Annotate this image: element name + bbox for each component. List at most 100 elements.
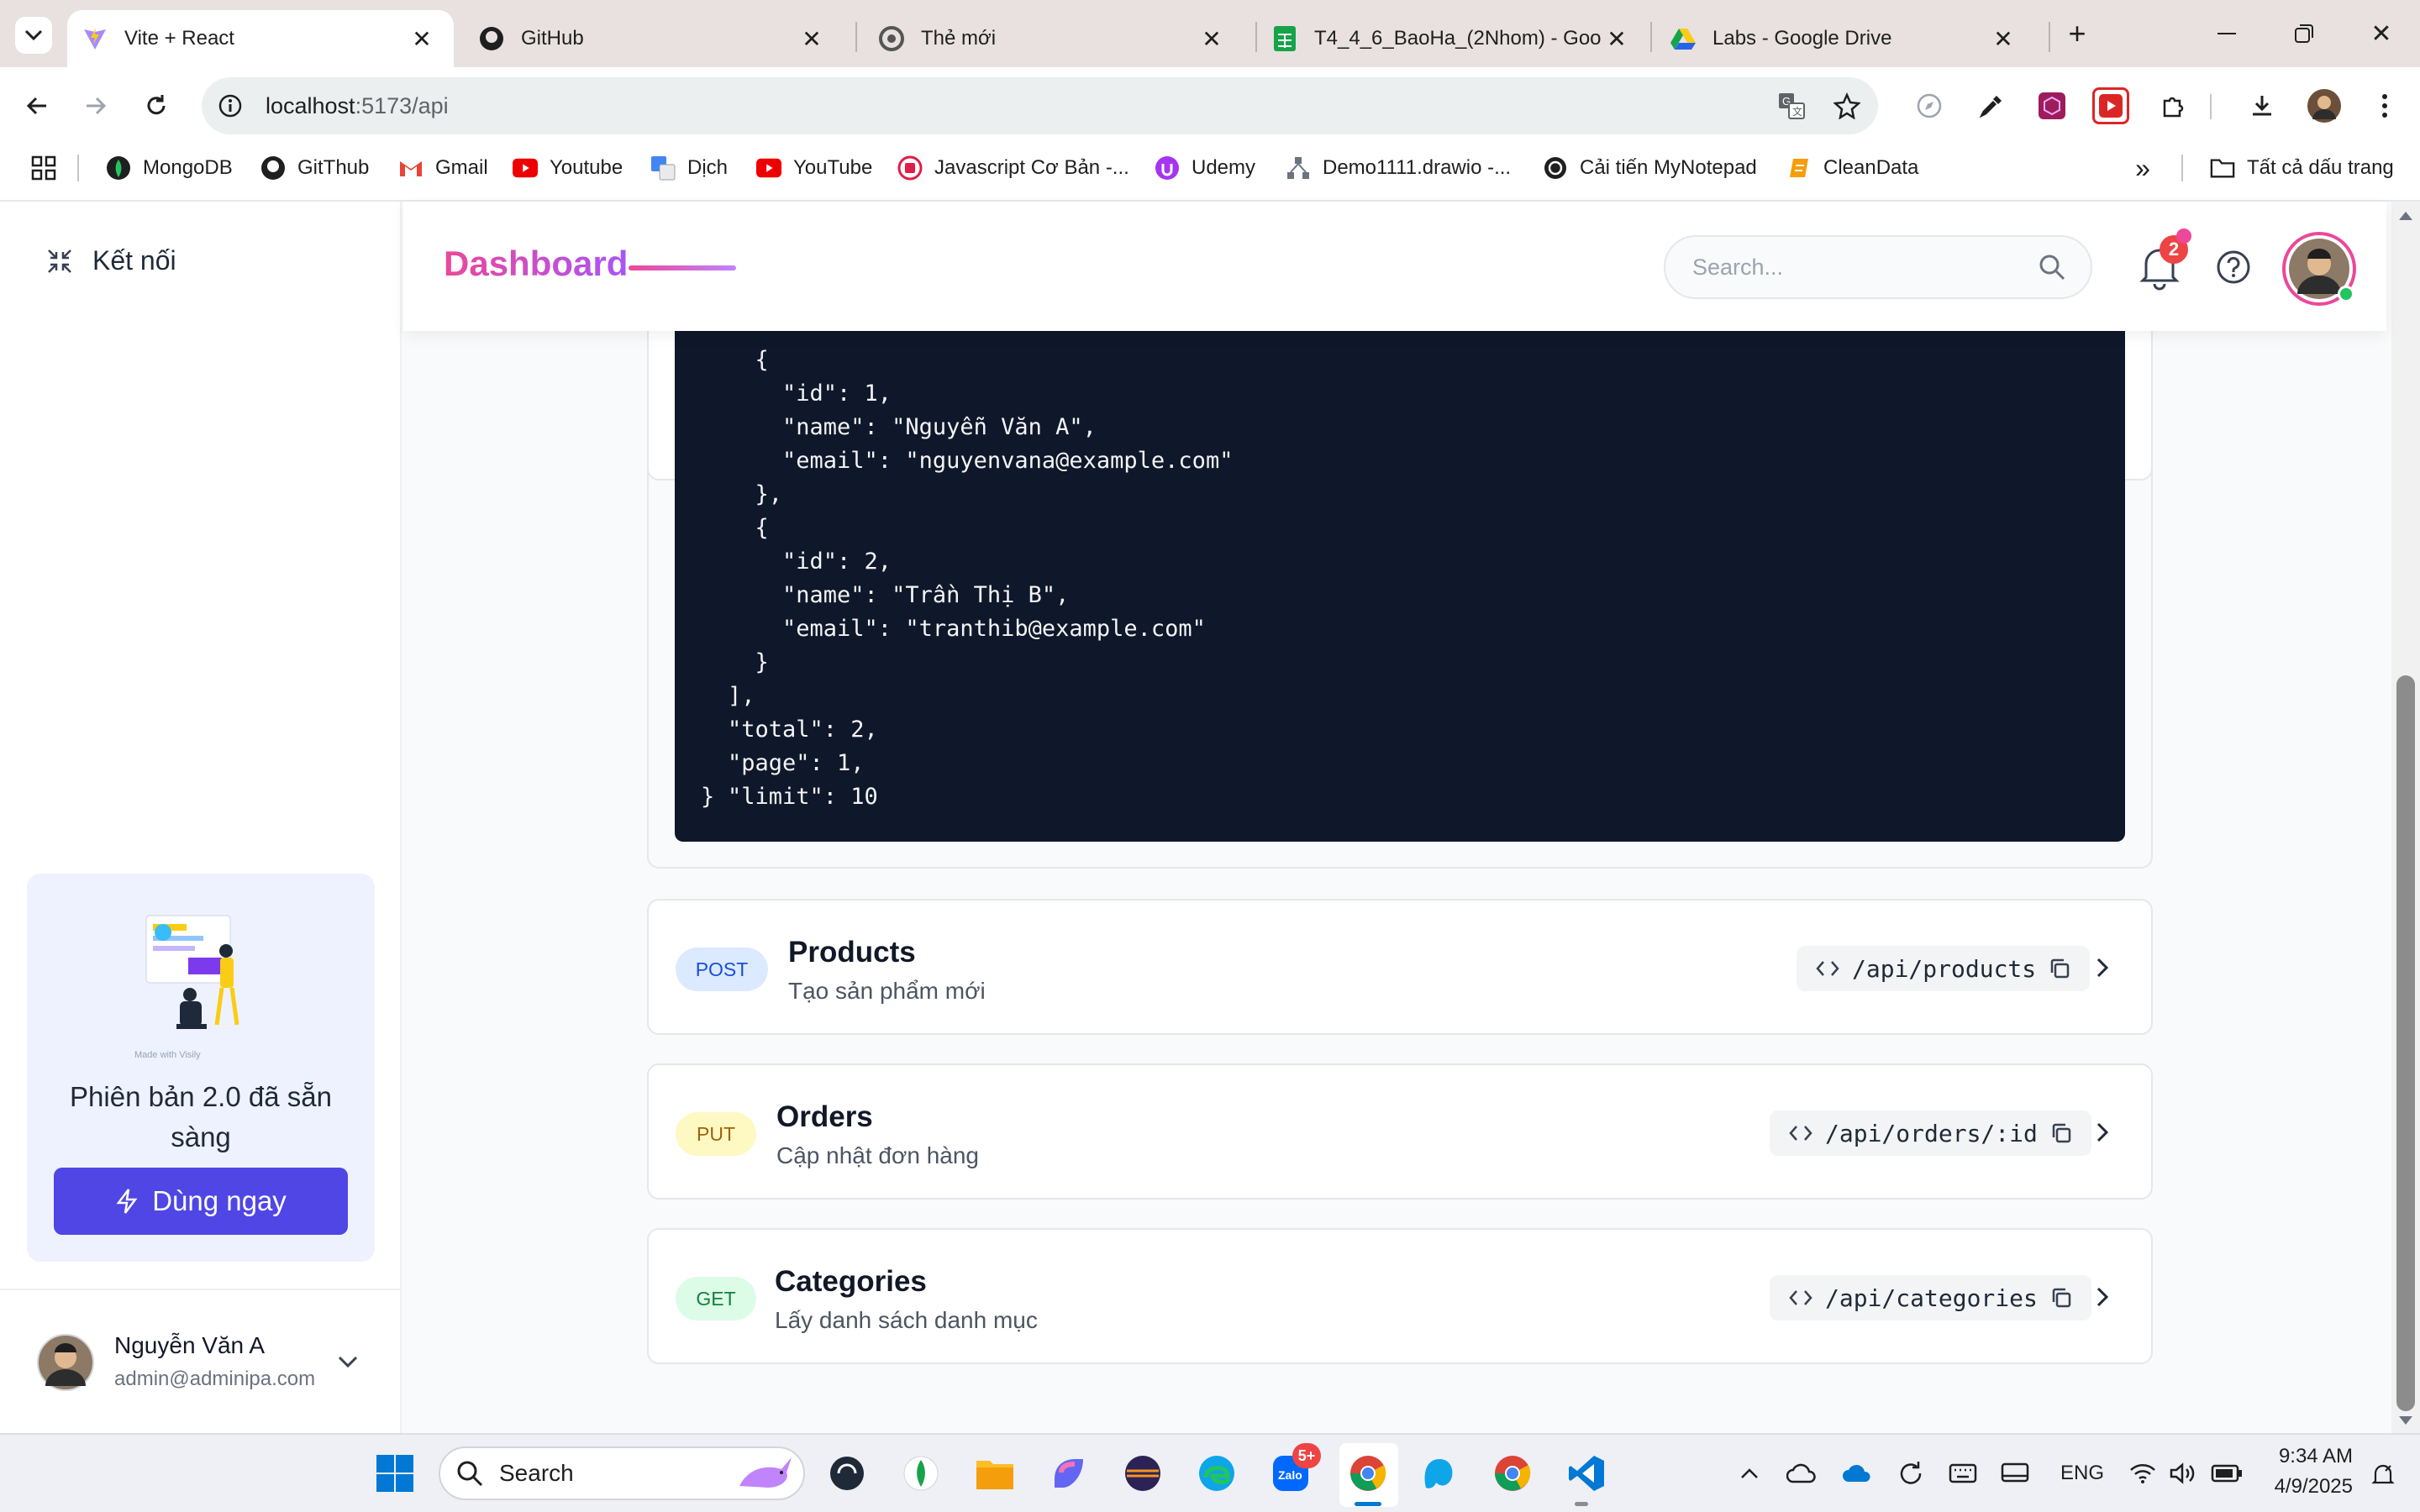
bookmark-label: MongoDB [143,156,233,179]
bookmark-cleandata[interactable]: CleanData [1786,144,1918,192]
endpoint-path-text: /api/products [1852,954,2037,983]
scroll-up-arrow-icon[interactable] [2397,210,2414,222]
bookmark-gmail[interactable]: Gmail [398,144,488,192]
battery-icon[interactable] [2208,1458,2245,1488]
compass-extension-icon[interactable] [1911,87,1948,124]
apps-grid-icon[interactable] [29,153,59,183]
eclipse-icon[interactable] [1119,1450,1166,1497]
notification-button[interactable]: 2 [2134,228,2191,291]
page-title: Dashboard [444,244,629,283]
wifi-icon[interactable] [2126,1458,2160,1488]
new-tab-button[interactable]: + [2060,16,2094,50]
site-info-icon[interactable] [215,91,245,121]
chevron-right-icon[interactable] [2087,1117,2118,1147]
scroll-down-arrow-icon[interactable] [2397,1415,2414,1426]
help-icon[interactable] [2215,249,2252,286]
graphql-extension-icon[interactable] [2033,87,2070,124]
copy-icon[interactable] [2049,1121,2073,1145]
online-status-dot [2338,286,2354,302]
keyboard-icon[interactable] [1946,1458,1980,1488]
bookmark-mongodb[interactable]: MongoDB [106,144,233,192]
tab-new-tab[interactable]: Thẻ mới ✕ [874,10,1244,67]
pgadmin-icon[interactable] [1415,1450,1462,1497]
taskbar-app-icon[interactable] [823,1450,871,1497]
volume-icon[interactable] [2166,1458,2200,1488]
page-scrollbar[interactable] [2391,202,2420,1433]
extensions-puzzle-icon[interactable] [2154,87,2191,124]
more-menu-icon[interactable] [2368,87,2402,124]
vscode-icon[interactable] [1563,1450,1610,1497]
endpoint-card-categories[interactable]: GET Categories Lấy danh sách danh mục /a… [647,1228,2153,1364]
clock-time[interactable]: 9:34 AM [2269,1445,2353,1468]
edge-icon[interactable] [1193,1450,1240,1497]
search-input[interactable]: Search... [1664,235,2092,299]
onedrive-icon[interactable] [1840,1458,1874,1488]
search-icon[interactable] [2037,252,2067,282]
tab-search-button[interactable] [15,17,52,54]
windows-start-icon[interactable] [371,1450,418,1497]
taskbar-search-box[interactable]: Search [439,1446,805,1500]
close-window-button[interactable]: ✕ [2365,17,2398,50]
display-icon[interactable] [1998,1458,2032,1488]
close-icon[interactable]: ✕ [1988,24,2018,54]
profile-avatar[interactable] [2306,87,2343,124]
chevron-right-icon[interactable] [2087,953,2118,983]
all-bookmarks-folder[interactable]: Tất cả dấu trang [2210,144,2394,192]
reload-button[interactable] [138,87,175,124]
bookmark-github[interactable]: GitThub [260,144,369,192]
notification-center-icon[interactable] [2366,1458,2400,1492]
close-icon[interactable]: ✕ [1602,24,1632,54]
chrome-icon[interactable] [1344,1450,1392,1497]
media-extension-icon[interactable] [2092,87,2129,124]
bookmark-drawio[interactable]: Demo1111.drawio -... [1286,144,1511,192]
close-icon[interactable]: ✕ [797,24,827,54]
chrome-profile-icon[interactable] [1489,1450,1536,1497]
youtube-icon [756,155,781,181]
chevron-right-icon[interactable] [2087,1282,2118,1312]
diagram-icon [1286,155,1311,181]
chevron-down-icon[interactable] [336,1354,360,1369]
clock-date[interactable]: 4/9/2025 [2260,1475,2353,1499]
translate-icon[interactable]: G文 [1773,87,1810,124]
zalo-icon[interactable]: Zalo 5+ [1267,1443,1321,1497]
bookmark-star-icon[interactable] [1828,87,1865,124]
file-explorer-icon[interactable] [971,1450,1018,1497]
bookmark-translate[interactable]: Dịch [650,144,728,192]
scrollbar-thumb[interactable] [2396,675,2415,1411]
bookmark-label: YouTube [793,156,873,179]
restore-button[interactable] [2287,17,2321,50]
bookmark-javascript[interactable]: Javascript Cơ Bản -... [897,144,1129,192]
sync-icon[interactable] [1894,1457,1928,1490]
eyedropper-extension-icon[interactable] [1973,87,2010,124]
bookmark-youtube[interactable]: Youtube [513,144,623,192]
tab-github[interactable]: GitHub ✕ [474,10,844,67]
back-button[interactable] [18,87,55,124]
close-icon[interactable]: ✕ [407,24,437,54]
forward-button[interactable] [77,87,114,124]
endpoint-card-orders[interactable]: PUT Orders Cập nhật đơn hàng /api/orders… [647,1063,2153,1200]
cloud-icon[interactable] [1785,1458,1818,1488]
address-bar[interactable]: localhost:5173/api [202,77,1878,134]
copy-icon[interactable] [2049,1286,2073,1310]
user-avatar[interactable] [2282,232,2356,306]
bookmark-notepad[interactable]: Cải tiến MyNotepad [1543,144,1757,192]
tab-vite-react[interactable]: Vite + React ✕ [67,10,454,67]
copy-icon[interactable] [2048,957,2071,980]
bookmark-udemy[interactable]: Udemy [1155,144,1255,192]
endpoint-card-products[interactable]: POST Products Tạo sản phẩm mới /api/prod… [647,899,2153,1035]
connect-toggle[interactable]: Kết nối [45,245,176,276]
copilot-icon[interactable] [1045,1450,1092,1497]
mongodb-compass-icon[interactable] [897,1450,944,1497]
language-indicator[interactable]: ENG [2060,1462,2104,1485]
download-icon[interactable] [2244,87,2281,124]
chevron-up-icon[interactable] [1734,1458,1765,1488]
close-icon[interactable]: ✕ [1197,24,1227,54]
use-now-button[interactable]: Dùng ngay [54,1168,348,1235]
minimize-button[interactable] [2210,17,2244,50]
tab-google-drive[interactable]: Labs - Google Drive ✕ [1665,10,2035,67]
more-bookmarks-icon[interactable]: » [2126,153,2160,183]
endpoint-description: Lấy danh sách danh mục [775,1307,1038,1333]
tab-google-sheets[interactable]: T4_4_6_BaoHa_(2Nhom) - Goog ✕ [1267,10,1637,67]
bookmark-youtube-2[interactable]: YouTube [756,144,872,192]
sidebar-user-profile[interactable]: Nguyễn Văn A admin@adminipa.com [37,1326,373,1401]
